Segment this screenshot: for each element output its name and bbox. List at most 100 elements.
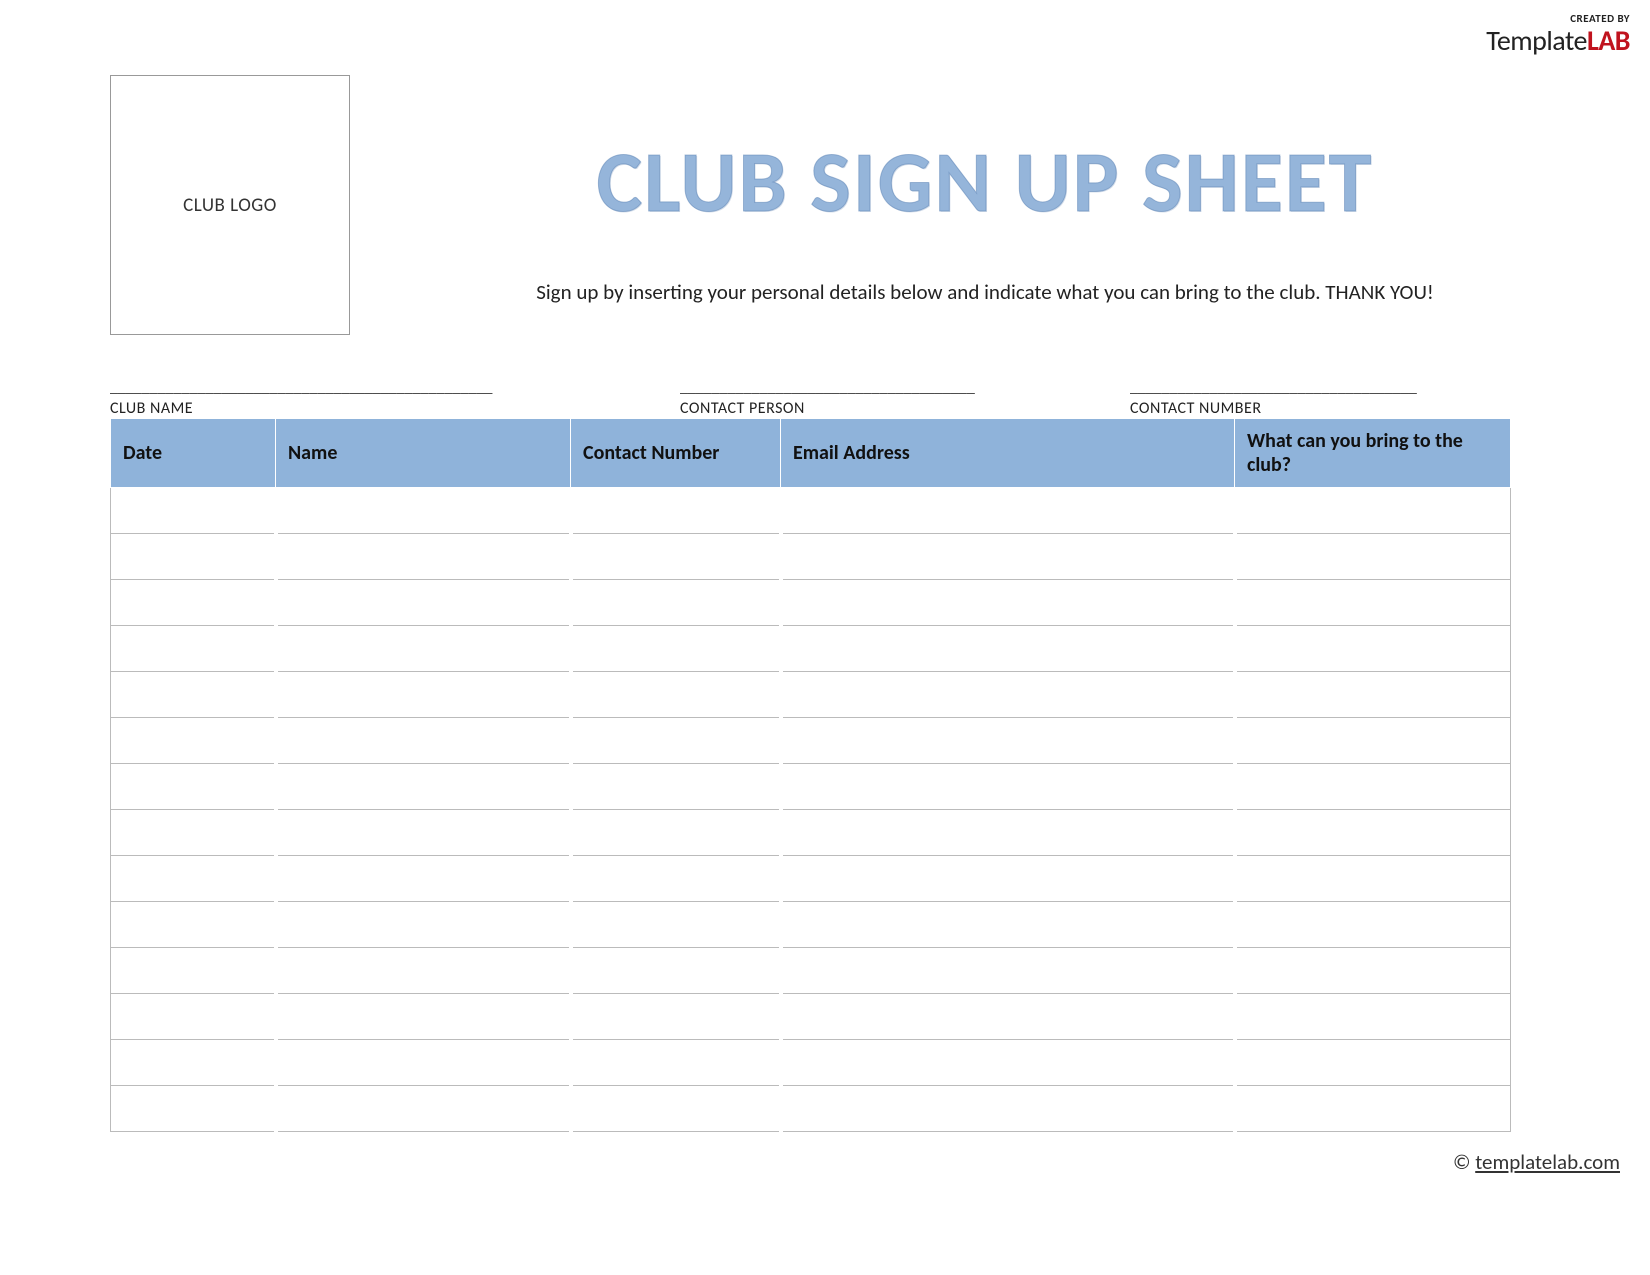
- th-bring: What can you bring to the club?: [1235, 419, 1511, 488]
- table-cell[interactable]: [276, 902, 571, 948]
- table-cell[interactable]: [1235, 1040, 1511, 1086]
- table-cell[interactable]: [571, 626, 781, 672]
- table-cell[interactable]: [276, 672, 571, 718]
- table-cell[interactable]: [276, 1040, 571, 1086]
- club-logo-text: CLUB LOGO: [183, 194, 277, 217]
- table-cell[interactable]: [111, 534, 276, 580]
- table-cell[interactable]: [571, 672, 781, 718]
- table-row: [111, 488, 1511, 534]
- table-cell[interactable]: [1235, 1086, 1511, 1132]
- table-cell[interactable]: [571, 994, 781, 1040]
- table-cell[interactable]: [111, 764, 276, 810]
- table-cell[interactable]: [1235, 534, 1511, 580]
- field-line: ____________________________________: [1130, 378, 1520, 397]
- table-cell[interactable]: [111, 994, 276, 1040]
- table-row: [111, 626, 1511, 672]
- table-cell[interactable]: [571, 718, 781, 764]
- table-cell[interactable]: [111, 580, 276, 626]
- table-cell[interactable]: [1235, 764, 1511, 810]
- th-name: Name: [276, 419, 571, 488]
- table-cell[interactable]: [111, 1040, 276, 1086]
- table-cell[interactable]: [571, 1040, 781, 1086]
- footer: © templatelab.com: [1453, 1149, 1620, 1175]
- table-cell[interactable]: [1235, 580, 1511, 626]
- field-contact-number[interactable]: ____________________________________ CON…: [1130, 378, 1520, 418]
- table-cell[interactable]: [276, 1086, 571, 1132]
- table-cell[interactable]: [1235, 994, 1511, 1040]
- club-logo-placeholder[interactable]: CLUB LOGO: [110, 75, 350, 335]
- table-cell[interactable]: [571, 764, 781, 810]
- table-row: [111, 810, 1511, 856]
- table-cell[interactable]: [781, 1040, 1235, 1086]
- signup-table: Date Name Contact Number Email Address W…: [110, 418, 1511, 1132]
- table-row: [111, 856, 1511, 902]
- table-cell[interactable]: [781, 948, 1235, 994]
- table-cell[interactable]: [1235, 718, 1511, 764]
- table-cell[interactable]: [276, 488, 571, 534]
- table-cell[interactable]: [781, 764, 1235, 810]
- table-cell[interactable]: [781, 580, 1235, 626]
- table-cell[interactable]: [276, 810, 571, 856]
- brand-logo: CREATED BY TemplateLAB: [1486, 12, 1630, 58]
- field-label-club-name: CLUB NAME: [110, 399, 640, 418]
- table-cell[interactable]: [781, 488, 1235, 534]
- table-cell[interactable]: [571, 534, 781, 580]
- table-cell[interactable]: [276, 764, 571, 810]
- table-cell[interactable]: [276, 580, 571, 626]
- table-cell[interactable]: [1235, 488, 1511, 534]
- table-cell[interactable]: [781, 994, 1235, 1040]
- table-cell[interactable]: [1235, 902, 1511, 948]
- table-cell[interactable]: [1235, 810, 1511, 856]
- table-cell[interactable]: [111, 810, 276, 856]
- table-cell[interactable]: [111, 626, 276, 672]
- table-cell[interactable]: [571, 856, 781, 902]
- table-cell[interactable]: [111, 672, 276, 718]
- table-cell[interactable]: [111, 948, 276, 994]
- table-cell[interactable]: [111, 1086, 276, 1132]
- table-cell[interactable]: [276, 626, 571, 672]
- table-cell[interactable]: [781, 856, 1235, 902]
- brand-name-part1: Template: [1486, 23, 1587, 58]
- th-email: Email Address: [781, 419, 1235, 488]
- table-cell[interactable]: [571, 810, 781, 856]
- table-cell[interactable]: [276, 856, 571, 902]
- table-cell[interactable]: [1235, 626, 1511, 672]
- table-cell[interactable]: [571, 1086, 781, 1132]
- table-cell[interactable]: [781, 902, 1235, 948]
- table-row: [111, 1086, 1511, 1132]
- table-cell[interactable]: [1235, 672, 1511, 718]
- table-cell[interactable]: [276, 718, 571, 764]
- subtitle: Sign up by inserting your personal detai…: [350, 279, 1620, 305]
- table-cell[interactable]: [571, 948, 781, 994]
- table-cell[interactable]: [111, 902, 276, 948]
- table-cell[interactable]: [276, 534, 571, 580]
- table-cell[interactable]: [276, 994, 571, 1040]
- table-cell[interactable]: [571, 902, 781, 948]
- table-cell[interactable]: [571, 580, 781, 626]
- table-row: [111, 948, 1511, 994]
- table-cell[interactable]: [781, 1086, 1235, 1132]
- brand-name: TemplateLAB: [1486, 23, 1630, 58]
- table-cell[interactable]: [781, 672, 1235, 718]
- table-cell[interactable]: [1235, 948, 1511, 994]
- field-contact-person[interactable]: _____________________________________ CO…: [680, 378, 1090, 418]
- table-cell[interactable]: [781, 718, 1235, 764]
- field-club-name[interactable]: ________________________________________…: [110, 378, 640, 418]
- table-cell[interactable]: [781, 626, 1235, 672]
- copyright-symbol: ©: [1453, 1149, 1471, 1175]
- fields-row: ________________________________________…: [110, 378, 1620, 418]
- header-row: CLUB LOGO CLUB SIGN UP SHEET Sign up by …: [110, 75, 1620, 335]
- table-cell[interactable]: [111, 718, 276, 764]
- table-cell[interactable]: [1235, 856, 1511, 902]
- table-row: [111, 764, 1511, 810]
- footer-link[interactable]: templatelab.com: [1475, 1149, 1620, 1175]
- table-row: [111, 534, 1511, 580]
- table-cell[interactable]: [571, 488, 781, 534]
- table-cell[interactable]: [111, 856, 276, 902]
- table-row: [111, 718, 1511, 764]
- table-cell[interactable]: [111, 488, 276, 534]
- th-contact-number: Contact Number: [571, 419, 781, 488]
- table-cell[interactable]: [276, 948, 571, 994]
- table-cell[interactable]: [781, 534, 1235, 580]
- table-cell[interactable]: [781, 810, 1235, 856]
